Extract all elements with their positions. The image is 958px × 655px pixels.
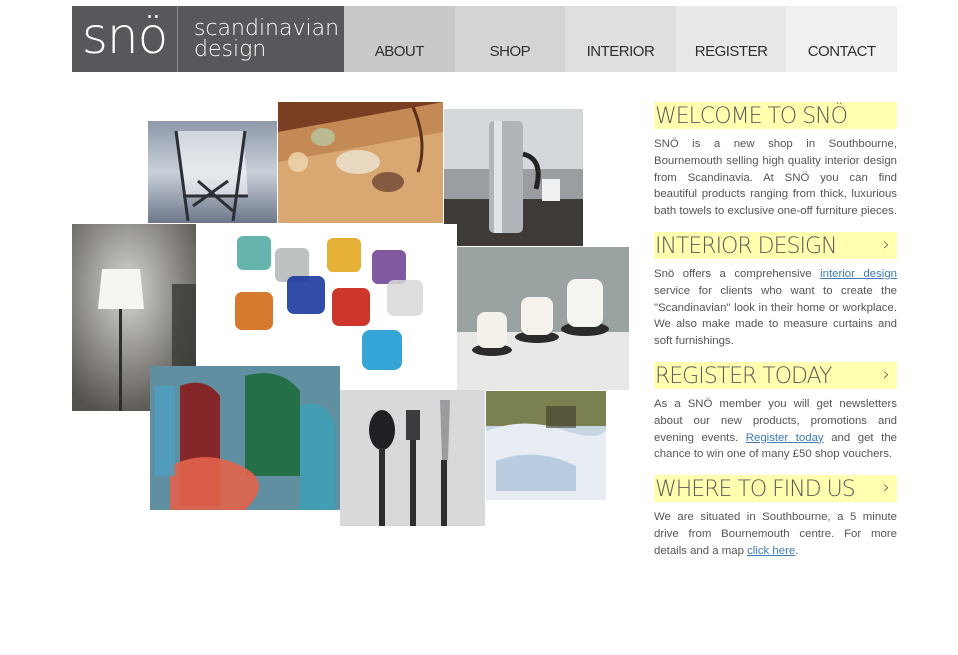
find-text-after: . [795,544,799,557]
section-register: REGISTER TODAY › As a SNÖ member you wil… [654,361,897,463]
welcome-text: SNÖ is a new shop in Southbourne, Bourne… [654,138,897,218]
main-nav: ABOUT SHOP INTERIOR REGISTER CONTACT [344,6,897,72]
interior-design-link[interactable]: interior design [820,268,897,280]
chevron-right-icon[interactable]: › [883,233,895,259]
nav-about[interactable]: ABOUT [344,6,455,72]
photo-thermos [444,109,583,246]
section-find: WHERE TO FIND US › We are situated in So… [654,475,897,559]
interior-text-after: service for clients who want to create t… [654,284,897,348]
nav-contact[interactable]: CONTACT [786,6,897,72]
interior-text-before: Snö offers a comprehensive [654,267,821,280]
chevron-right-icon[interactable]: › [883,476,895,502]
photo-cups [457,247,629,390]
tagline-line-1: scandinavian [194,16,340,41]
tagline: scandinavian design [178,16,340,62]
section-interior: INTERIOR DESIGN › Snö offers a comprehen… [654,231,897,350]
photo-chair [148,121,277,223]
click-here-link[interactable]: click here [747,545,795,557]
register-text: As a SNÖ member you will get newsletters… [654,389,897,463]
nav-interior[interactable]: INTERIOR [565,6,676,72]
interior-text: Snö offers a comprehensive interior desi… [654,259,897,350]
register-title: REGISTER TODAY [655,363,832,389]
chevron-right-icon[interactable]: › [883,363,895,389]
photo-cutlery [340,390,485,526]
find-title: WHERE TO FIND US [655,477,856,503]
welcome-heading: WELCOME TO SNÖ [654,102,897,129]
find-heading[interactable]: WHERE TO FIND US › [654,475,897,503]
logo[interactable]: snö [72,6,178,72]
welcome-title: WELCOME TO SNÖ [655,104,848,129]
site-header: snö scandinavian design ABOUT SHOP INTER… [72,6,897,72]
tagline-line-2: design [194,37,267,62]
brand-block[interactable]: snö scandinavian design [72,6,344,72]
nav-shop[interactable]: SHOP [454,6,566,72]
interior-heading[interactable]: INTERIOR DESIGN › [654,231,897,259]
sidebar: WELCOME TO SNÖ SNÖ is a new shop in Sout… [654,102,897,572]
register-heading[interactable]: REGISTER TODAY › [654,361,897,389]
interior-title: INTERIOR DESIGN [655,233,837,259]
photo-aalto-vases [150,366,340,510]
nav-register[interactable]: REGISTER [675,6,787,72]
register-today-link[interactable]: Register today [746,432,824,444]
photo-bedding [486,391,606,500]
photo-candles-table [278,102,443,223]
find-text: We are situated in Southbourne, a 5 minu… [654,502,897,559]
section-welcome: WELCOME TO SNÖ SNÖ is a new shop in Sout… [654,102,897,220]
